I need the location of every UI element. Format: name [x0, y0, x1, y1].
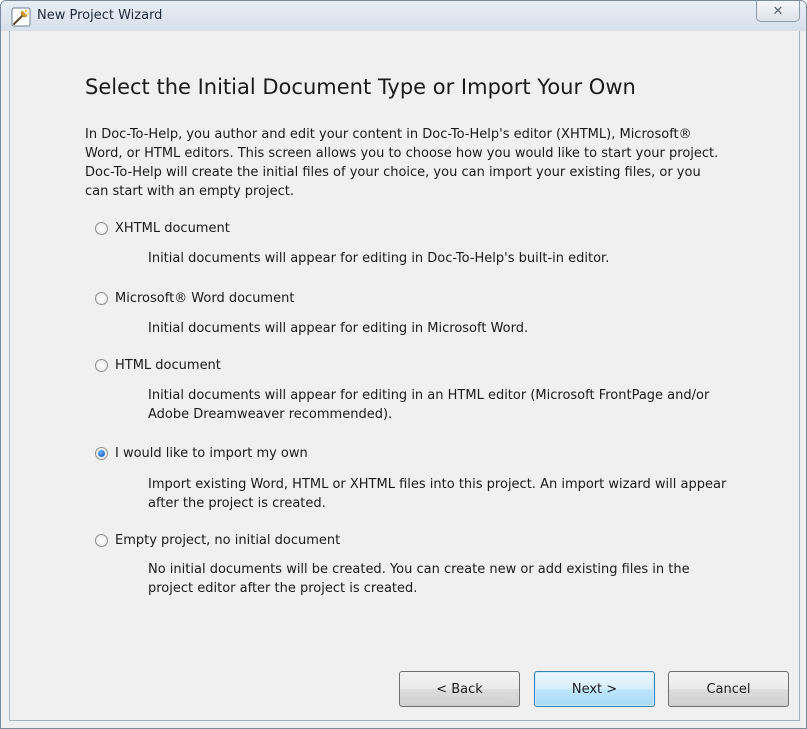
window-title: New Project Wizard: [37, 8, 163, 23]
radio-empty-project[interactable]: [95, 533, 108, 547]
option-description-word: Initial documents will appear for editin…: [148, 321, 529, 336]
option-word-document[interactable]: Microsoft® Word document: [95, 288, 294, 308]
radio-import-own[interactable]: [95, 446, 108, 460]
option-label-xhtml[interactable]: XHTML document: [115, 221, 230, 236]
radio-word-document[interactable]: [95, 291, 108, 305]
close-button[interactable]: ✕: [756, 1, 800, 22]
radio-xhtml-document[interactable]: [95, 221, 108, 235]
option-label-empty[interactable]: Empty project, no initial document: [115, 533, 340, 548]
page-title: Select the Initial Document Type or Impo…: [85, 75, 636, 99]
option-description-xhtml: Initial documents will appear for editin…: [148, 251, 610, 266]
radio-html-document[interactable]: [95, 358, 108, 372]
option-label-import[interactable]: I would like to import my own: [115, 446, 308, 461]
option-description-empty: No initial documents will be created. Yo…: [148, 562, 690, 596]
back-button[interactable]: < Back: [399, 671, 520, 707]
wizard-window: New Project Wizard ✕ Select the Initial …: [0, 0, 807, 729]
close-icon: ✕: [772, 3, 784, 19]
intro-text: In Doc-To-Help, you author and edit your…: [85, 127, 719, 199]
cancel-button[interactable]: Cancel: [668, 671, 789, 707]
wizard-app-icon: [11, 7, 31, 27]
option-import-own[interactable]: I would like to import my own: [95, 443, 308, 463]
next-button[interactable]: Next >: [534, 671, 655, 707]
option-xhtml-document[interactable]: XHTML document: [95, 218, 230, 238]
option-empty-project[interactable]: Empty project, no initial document: [95, 530, 340, 550]
option-html-document[interactable]: HTML document: [95, 355, 221, 375]
option-label-html[interactable]: HTML document: [115, 358, 221, 373]
option-description-html: Initial documents will appear for editin…: [148, 388, 710, 422]
title-bar[interactable]: New Project Wizard ✕: [1, 1, 806, 31]
option-description-import: Import existing Word, HTML or XHTML file…: [148, 477, 727, 511]
option-label-word[interactable]: Microsoft® Word document: [115, 291, 294, 306]
